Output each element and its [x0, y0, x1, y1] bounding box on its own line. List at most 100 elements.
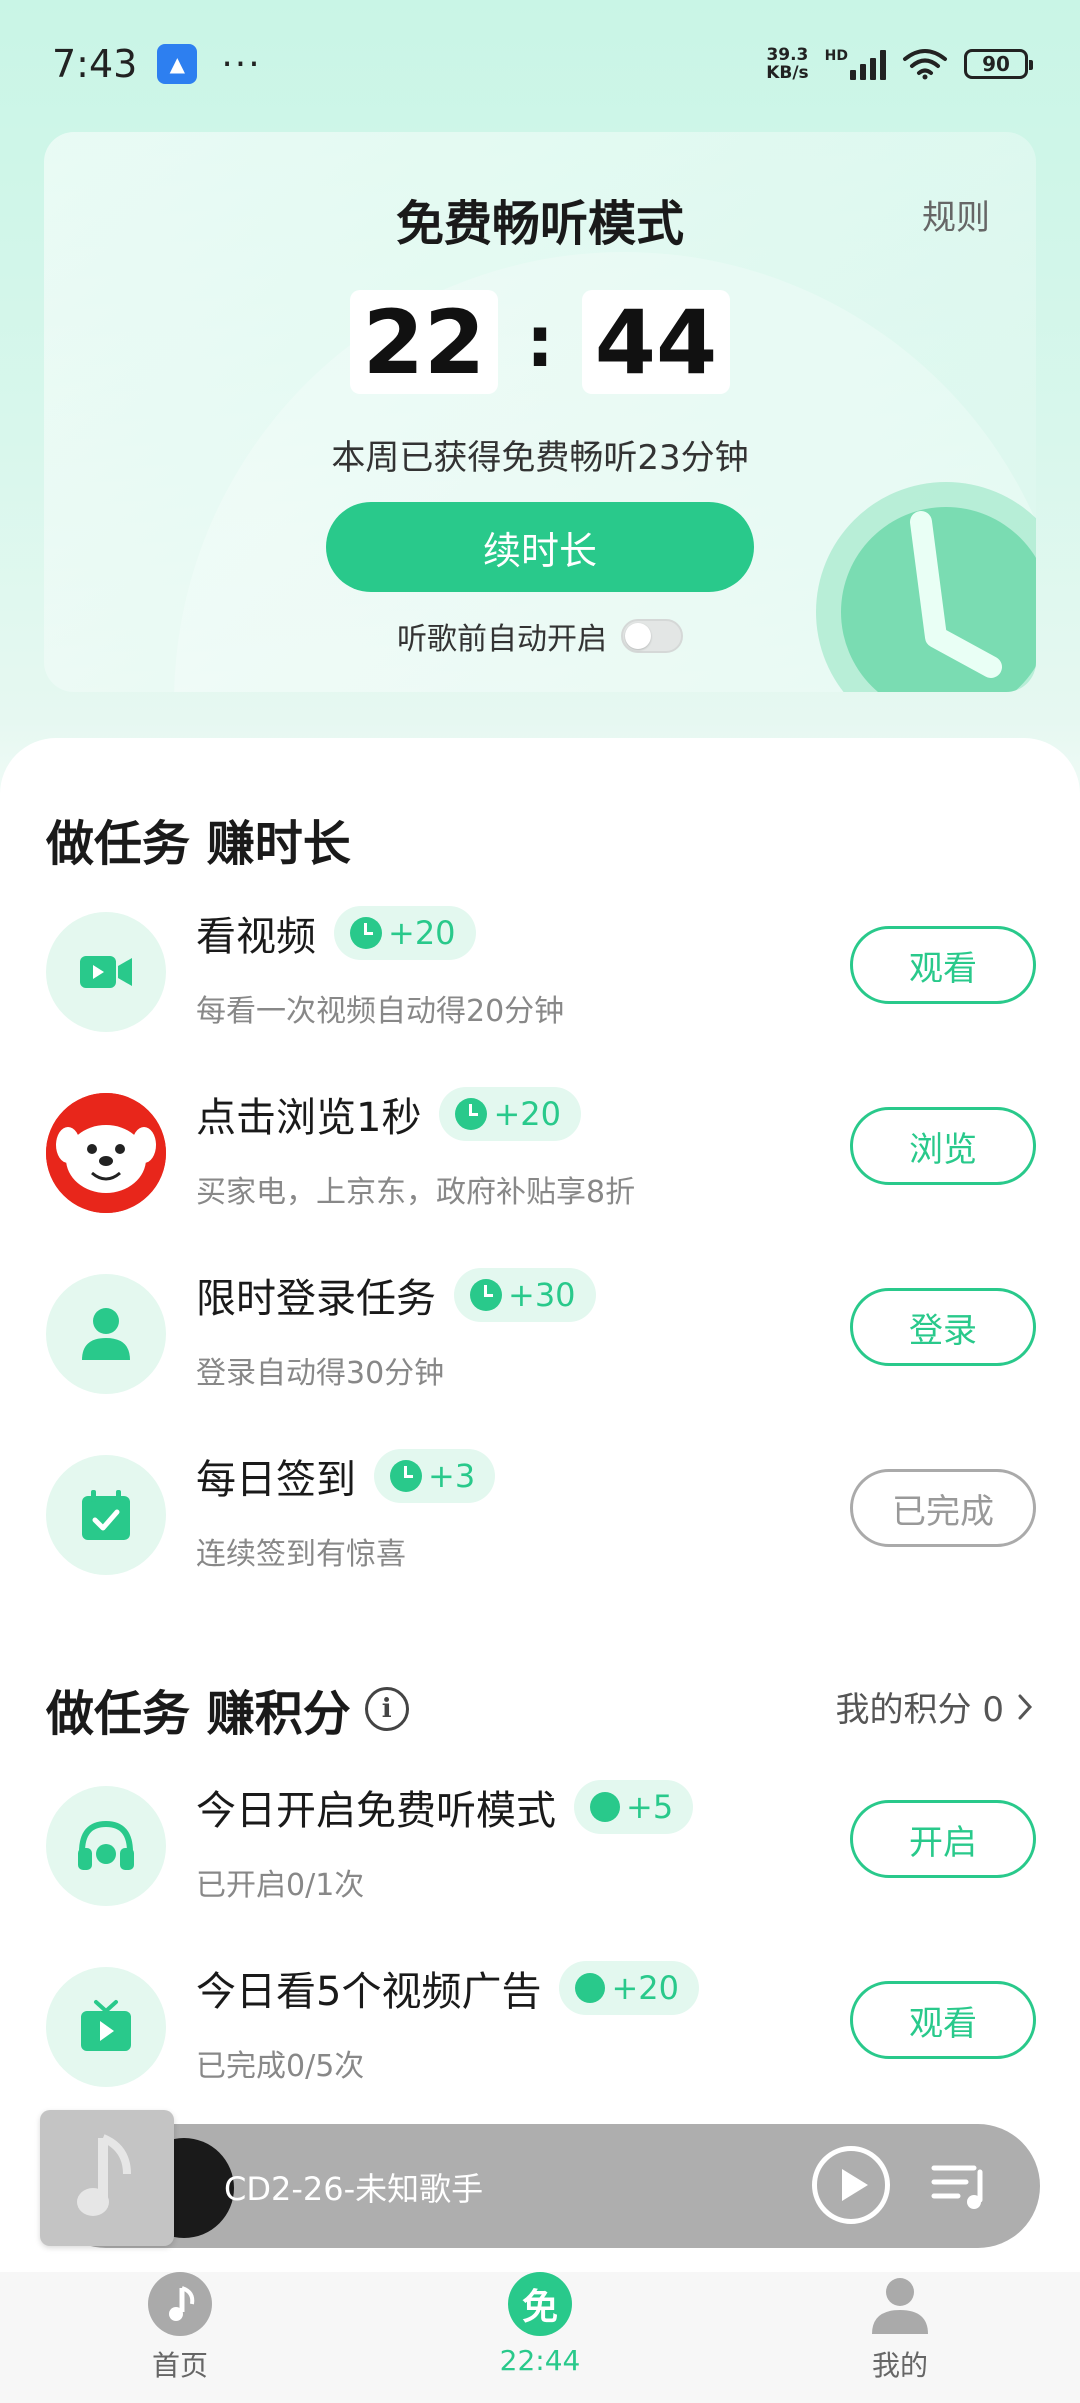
timer-minutes: 22 [350, 290, 498, 394]
clock-icon [390, 1460, 422, 1492]
task-name: 点击浏览1秒 +20 [196, 1085, 581, 1143]
task-row: 今日开启免费听模式 +5 已开启0/1次 开启 [0, 1778, 1080, 1918]
enable-button[interactable]: 开启 [850, 1800, 1036, 1878]
reward-value: +5 [626, 1788, 674, 1826]
music-note-icon [77, 2134, 131, 2216]
task-row: 点击浏览1秒 +20 买家电，上京东，政府补贴享8折 浏览 [0, 1085, 1080, 1225]
browse-button[interactable]: 浏览 [850, 1107, 1036, 1185]
free-mode-title: 免费畅听模式 [395, 196, 684, 252]
clock-decoration-icon [816, 482, 1036, 692]
info-icon[interactable]: i [364, 1687, 409, 1731]
nav-free-mode[interactable]: 免 22:44 [360, 2272, 720, 2403]
watch-ads-button[interactable]: 观看 [850, 1981, 1036, 2059]
nav-profile-label: 我的 [871, 2349, 928, 2382]
network-speed-unit: KB/s [766, 63, 809, 83]
free-icon: 免 [508, 2272, 572, 2336]
profile-icon [868, 2272, 932, 2336]
status-time: 7:43 [52, 42, 138, 86]
sign-in-completed-button[interactable]: 已完成 [850, 1469, 1036, 1547]
more-notifications-icon: ··· [221, 43, 262, 85]
video-icon [46, 912, 166, 1032]
auto-open-label: 听歌前自动开启 [397, 622, 607, 657]
toggle-knob [625, 623, 651, 649]
task-name-text: 看视频 [196, 914, 316, 960]
task-description: 已开启0/1次 [196, 1868, 365, 1903]
reward-badge: +20 [334, 906, 476, 960]
album-cover[interactable] [40, 2110, 174, 2246]
task-name: 今日开启免费听模式 +5 [196, 1778, 694, 1836]
reward-value: +20 [611, 1969, 679, 2007]
task-name-text: 今日开启免费听模式 [196, 1788, 556, 1834]
my-points-label: 我的积分 0 [835, 1690, 1004, 1730]
timer-seconds: 44 [582, 290, 730, 394]
task-name-text: 今日看5个视频广告 [196, 1969, 542, 2015]
reward-value: +3 [428, 1457, 476, 1495]
time-tasks-title: 做任务 赚时长 [46, 804, 351, 874]
task-row: 看视频 +20 每看一次视频自动得20分钟 观看 [0, 904, 1080, 1044]
task-row: 限时登录任务 +30 登录自动得30分钟 登录 [0, 1266, 1080, 1406]
points-tasks-title-text: 做任务 赚积分 [46, 1686, 351, 1742]
tasks-panel: 做任务 赚时长 看视频 +20 每看一次视频自动得20分钟 观看 点击浏览1秒 … [0, 738, 1080, 2298]
auto-open-toggle[interactable] [621, 619, 683, 653]
battery-level: 90 [982, 52, 1010, 76]
rules-link[interactable]: 规则 [922, 190, 990, 239]
task-description: 每看一次视频自动得20分钟 [196, 994, 565, 1029]
task-row: 每日签到 +3 连续签到有惊喜 已完成 [0, 1447, 1080, 1587]
chevron-right-icon [1018, 1694, 1033, 1719]
play-button[interactable] [812, 2146, 890, 2224]
reward-value: +20 [493, 1095, 561, 1133]
watch-video-button[interactable]: 观看 [850, 926, 1036, 1004]
extend-time-button[interactable]: 续时长 [326, 502, 754, 592]
clock-icon [470, 1279, 502, 1311]
time-tasks-title-text: 做任务 赚时长 [46, 816, 351, 872]
reward-badge: +5 [574, 1780, 694, 1834]
points-tasks-title: 做任务 赚积分 i [46, 1674, 409, 1744]
free-mode-card: 免费畅听模式 规则 22 : 44 本周已获得免费畅听23分钟 续时长 听歌前自… [44, 132, 1036, 692]
headphones-icon [46, 1786, 166, 1906]
reward-badge: +30 [454, 1268, 596, 1322]
play-icon [842, 2169, 868, 2201]
nav-profile[interactable]: 我的 [720, 2272, 1080, 2403]
tv-play-icon [46, 1967, 166, 2087]
reward-value: +30 [508, 1276, 576, 1314]
reward-badge: +3 [374, 1449, 496, 1503]
playlist-icon[interactable] [930, 2158, 990, 2214]
bottom-nav: 首页 免 22:44 我的 [0, 2272, 1080, 2403]
network-type-label: HD [824, 48, 848, 64]
task-description: 已完成0/5次 [196, 2049, 365, 2084]
timer-separator: : [526, 301, 554, 383]
nav-home-label: 首页 [151, 2349, 208, 2382]
calendar-check-icon [46, 1455, 166, 1575]
task-description: 买家电，上京东，政府补贴享8折 [196, 1175, 636, 1210]
task-name-text: 每日签到 [196, 1457, 356, 1503]
task-name: 每日签到 +3 [196, 1447, 496, 1505]
points-icon [590, 1792, 620, 1822]
task-name: 今日看5个视频广告 +20 [196, 1959, 699, 2017]
status-bar: 7:43 ▲ ··· 39.3 KB/s HD 90 [0, 0, 1080, 128]
clock-icon [350, 917, 382, 949]
login-button[interactable]: 登录 [850, 1288, 1036, 1366]
wifi-icon [903, 49, 947, 80]
reward-badge: +20 [559, 1961, 699, 2015]
network-speed-value: 39.3 [766, 45, 809, 65]
task-name-text: 点击浏览1秒 [196, 1095, 422, 1141]
task-description: 登录自动得30分钟 [196, 1356, 445, 1391]
player-track-title: CD2-26-未知歌手 [224, 2170, 484, 2208]
network-speed: 39.3 KB/s [766, 46, 808, 82]
my-points-link[interactable]: 我的积分 0 [836, 1682, 1036, 1731]
task-description: 连续签到有惊喜 [196, 1537, 406, 1572]
clock-icon [455, 1098, 488, 1130]
app-notification-icon: ▲ [157, 44, 198, 84]
battery-icon: 90 [964, 49, 1033, 79]
task-name-text: 限时登录任务 [196, 1276, 436, 1322]
reward-badge: +20 [439, 1087, 581, 1141]
task-name: 限时登录任务 +30 [196, 1266, 596, 1324]
task-name: 看视频 +20 [196, 904, 476, 962]
reward-value: +20 [388, 914, 456, 952]
user-icon [46, 1274, 166, 1394]
nav-free-mode-label: 22:44 [499, 2344, 581, 2377]
music-note-icon [148, 2272, 212, 2336]
countdown-timer: 22 : 44 [44, 290, 1036, 394]
mini-player[interactable]: CD2-26-未知歌手 [44, 2124, 1040, 2248]
nav-home[interactable]: 首页 [0, 2272, 360, 2403]
